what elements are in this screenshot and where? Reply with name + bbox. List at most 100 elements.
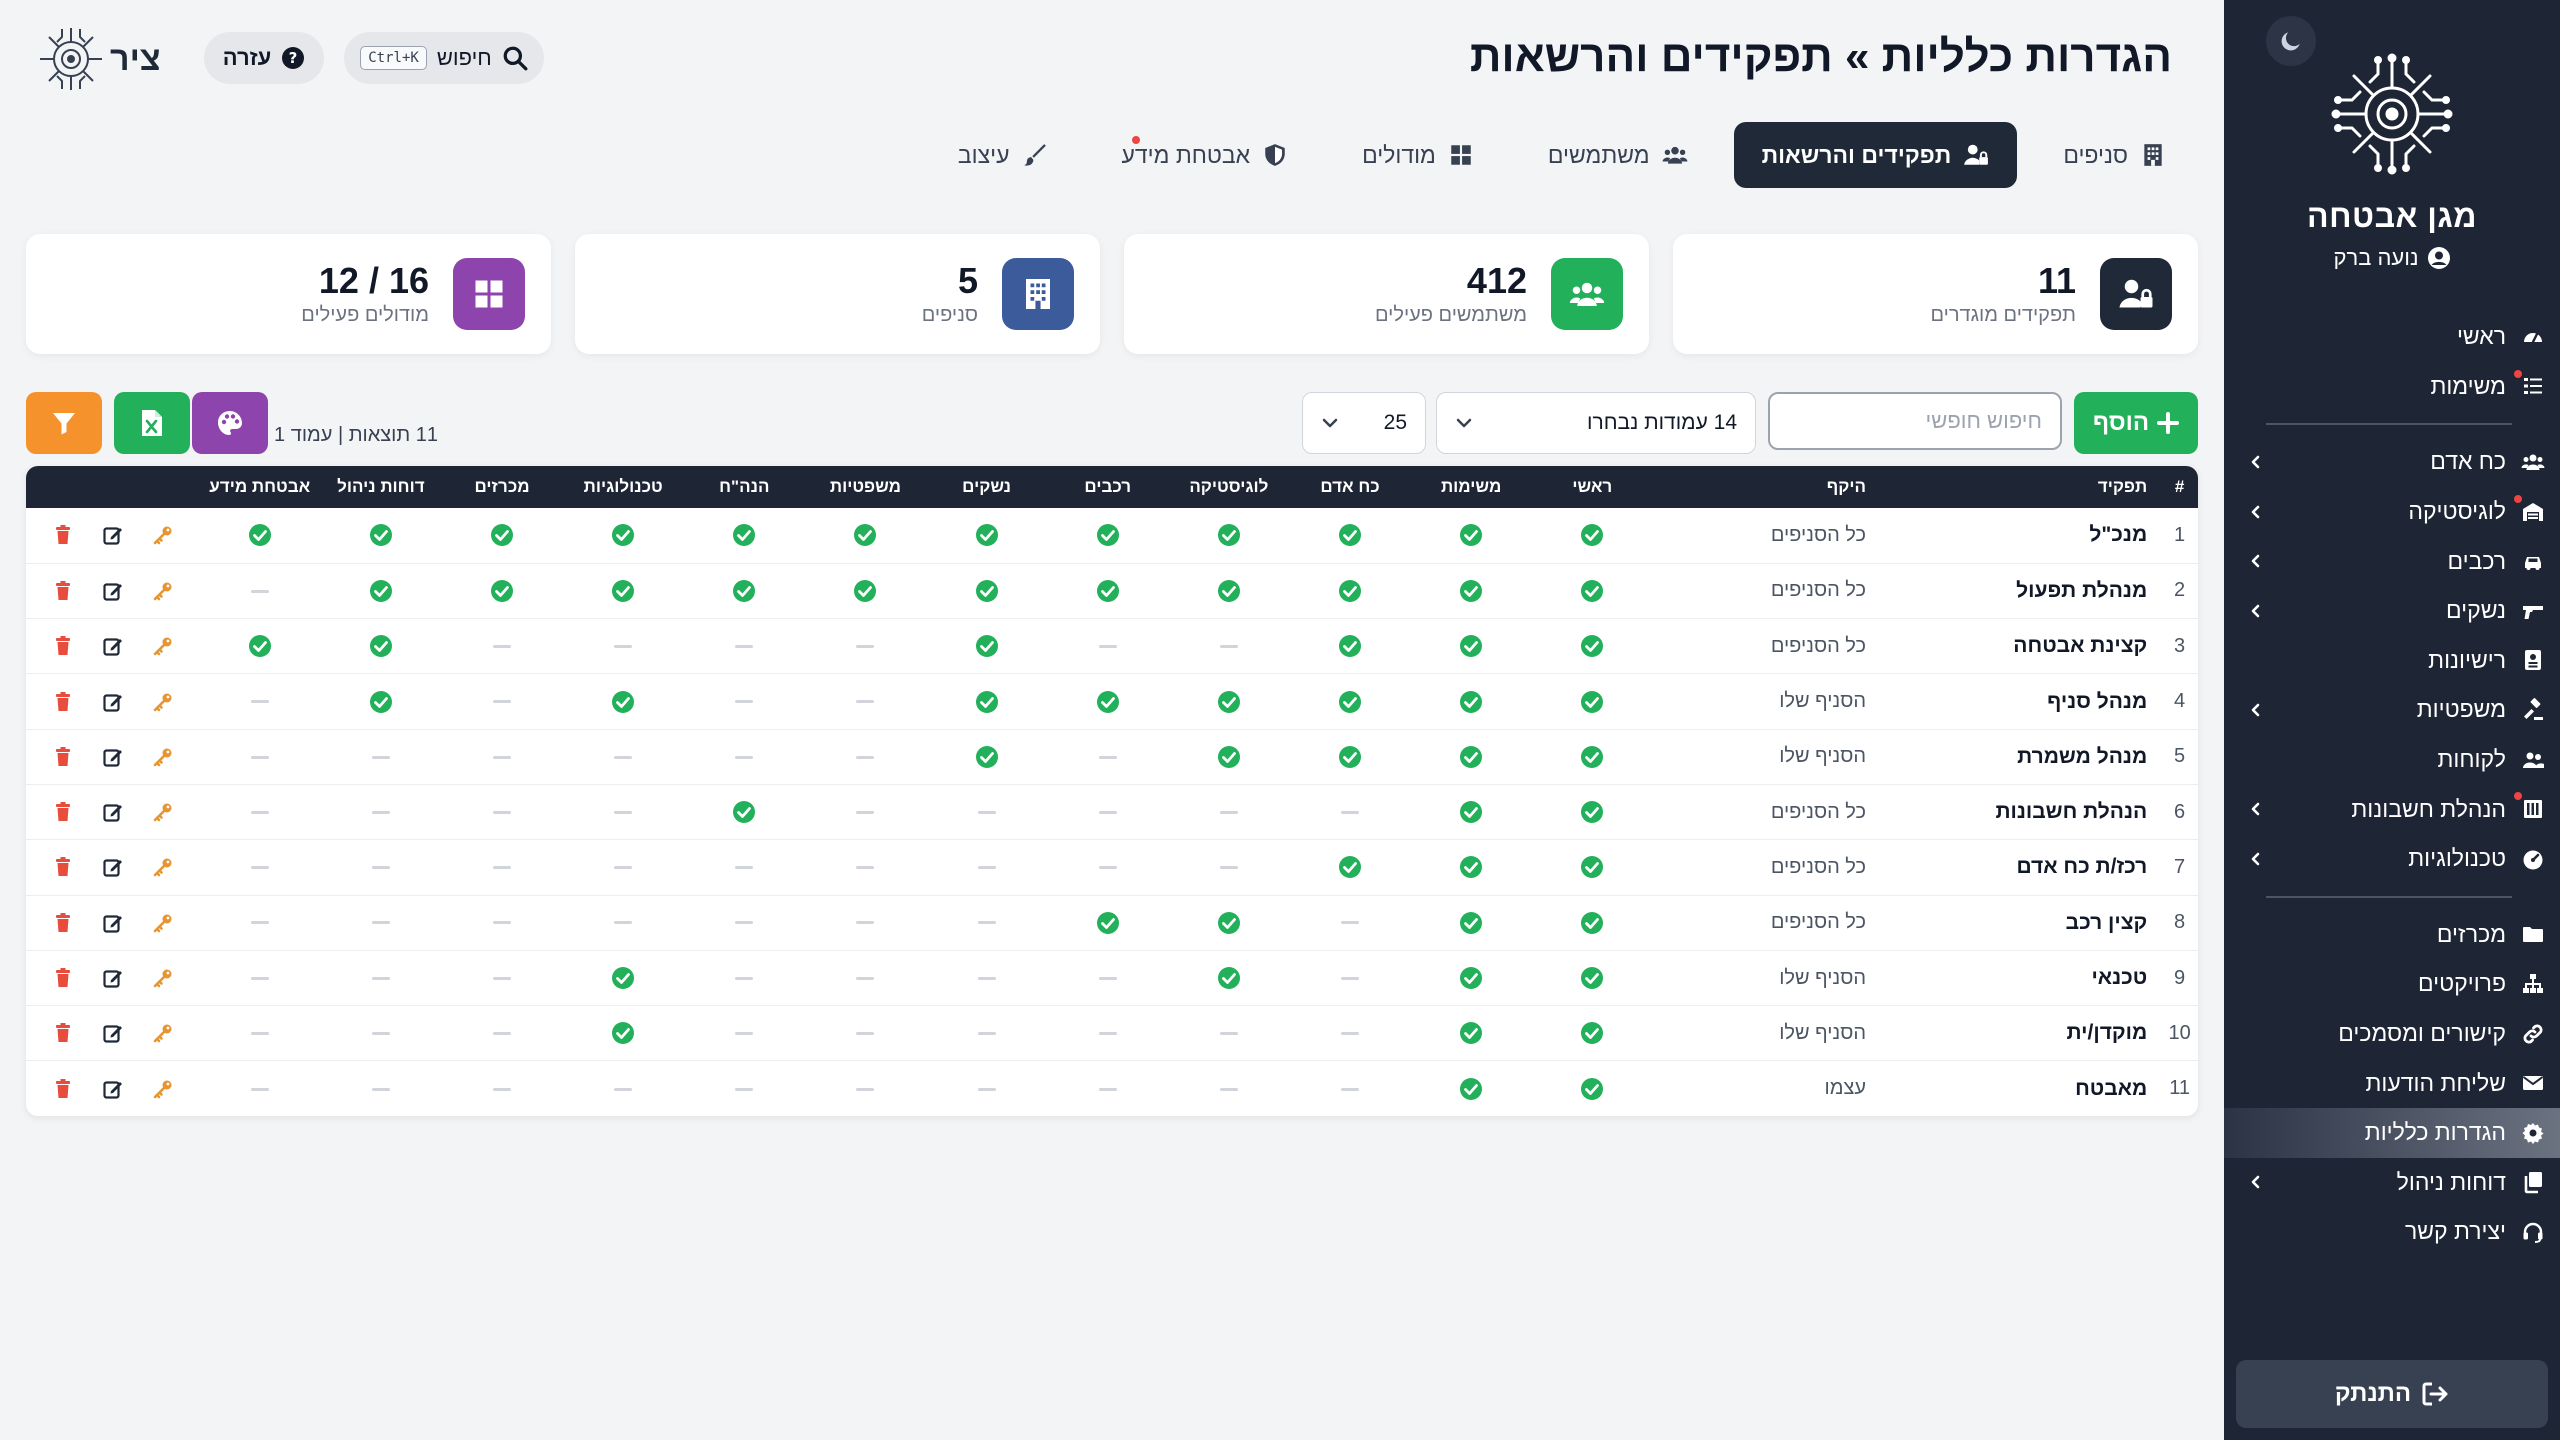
columns-select[interactable]: 14 עמודות נבחרו [1436,392,1756,454]
column-header-permission[interactable]: כח אדם [1289,466,1410,508]
permission-cell[interactable] [441,1061,562,1116]
tab-shield[interactable]: אבטחת מידע [1094,122,1317,188]
table-row[interactable]: 3 קצינת אבטחה כל הסניפים [26,619,2198,674]
edit-icon[interactable] [102,636,123,656]
sidebar-item[interactable]: הנהלת חשבונות [2224,784,2560,834]
permission-cell[interactable] [1532,895,1653,950]
permission-cell[interactable] [1411,508,1532,563]
edit-icon[interactable] [102,857,123,878]
permission-cell[interactable] [805,950,926,1005]
permission-cell[interactable] [199,508,320,563]
edit-icon[interactable] [102,968,123,988]
permission-cell[interactable] [1532,729,1653,784]
permission-cell[interactable] [805,729,926,784]
permission-cell[interactable] [320,784,441,839]
delete-icon[interactable] [53,1023,73,1043]
permission-cell[interactable] [1411,784,1532,839]
permission-cell[interactable] [805,784,926,839]
chevron-left-icon[interactable] [2246,1172,2266,1192]
permission-cell[interactable] [441,784,562,839]
permission-cell[interactable] [805,1006,926,1061]
permission-cell[interactable] [1411,895,1532,950]
edit-icon[interactable] [102,1079,123,1099]
chevron-left-icon[interactable] [2246,601,2266,621]
permission-cell[interactable] [805,619,926,674]
permission-cell[interactable] [1047,619,1168,674]
permission-cell[interactable] [684,619,805,674]
permission-cell[interactable] [684,784,805,839]
permission-cell[interactable] [1532,1006,1653,1061]
table-row[interactable]: 5 מנהל משמרת הסניף שלו [26,729,2198,785]
permission-cell[interactable] [684,563,805,618]
column-header-permission[interactable]: דוחות ניהול [320,466,441,508]
permission-cell[interactable] [1168,729,1289,784]
permission-cell[interactable] [1168,508,1289,563]
tab-user-lock[interactable]: תפקידים והרשאות [1733,122,2018,188]
chevron-left-icon[interactable] [2246,799,2266,819]
sidebar-item[interactable]: ראשי [2224,312,2560,362]
permission-cell[interactable] [1532,508,1653,563]
permission-cell[interactable] [563,1061,684,1116]
permission-cell[interactable] [441,508,562,563]
permission-cell[interactable] [1047,508,1168,563]
sidebar-item[interactable]: שליחת הודעות [2224,1058,2560,1108]
permission-cell[interactable] [1047,563,1168,618]
permission-cell[interactable] [1411,563,1532,618]
permission-cell[interactable] [199,729,320,784]
edit-icon[interactable] [102,581,123,601]
permission-cell[interactable] [805,674,926,729]
sidebar-item[interactable]: משימות [2224,362,2560,412]
column-header-permission[interactable]: טכנולוגיות [563,466,684,508]
key-icon[interactable] [153,913,173,933]
permission-cell[interactable] [926,508,1047,563]
sidebar-item[interactable]: דוחות ניהול [2224,1158,2560,1208]
key-icon[interactable] [153,581,173,601]
delete-icon[interactable] [53,857,73,877]
sidebar-item[interactable]: כח אדם [2224,437,2560,487]
permission-cell[interactable] [1289,895,1410,950]
permission-cell[interactable] [1047,784,1168,839]
permission-cell[interactable] [199,563,320,618]
permission-cell[interactable] [441,840,562,895]
permission-cell[interactable] [1168,563,1289,618]
permission-cell[interactable] [563,895,684,950]
chevron-left-icon[interactable] [2246,849,2266,869]
sidebar-item[interactable]: רישיונות [2224,636,2560,686]
delete-icon[interactable] [53,525,73,545]
column-header-role[interactable]: תפקיד [1880,466,2161,508]
edit-icon[interactable] [102,802,123,822]
filter-button[interactable] [26,392,102,454]
export-excel-button[interactable] [114,392,190,454]
permission-cell[interactable] [684,1006,805,1061]
permission-cell[interactable] [320,840,441,895]
delete-icon[interactable] [53,580,73,601]
permission-cell[interactable] [926,729,1047,784]
edit-icon[interactable] [102,913,123,933]
current-user[interactable]: נועה ברק [2224,245,2560,271]
permission-cell[interactable] [320,563,441,618]
permission-cell[interactable] [199,840,320,895]
permission-cell[interactable] [1168,784,1289,839]
key-icon[interactable] [153,1023,173,1043]
permission-cell[interactable] [1047,895,1168,950]
permission-cell[interactable] [805,895,926,950]
column-header-permission[interactable]: ראשי [1532,466,1653,508]
permission-cell[interactable] [199,674,320,729]
table-row[interactable]: 11 מאבטח עצמו [26,1061,2198,1116]
permission-cell[interactable] [1289,1061,1410,1116]
permission-cell[interactable] [1532,674,1653,729]
sidebar-item[interactable]: יצירת קשר [2224,1207,2560,1257]
permission-cell[interactable] [1411,674,1532,729]
chevron-left-icon[interactable] [2246,700,2266,720]
permission-cell[interactable] [1289,784,1410,839]
tab-brush[interactable]: עיצוב [930,122,1076,188]
permission-cell[interactable] [1411,619,1532,674]
delete-icon[interactable] [53,636,73,656]
table-row[interactable]: 4 מנהל סניף הסניף שלו [26,674,2198,730]
column-header-scope[interactable]: היקף [1653,466,1880,508]
column-header-permission[interactable]: משימות [1411,466,1532,508]
permission-cell[interactable] [563,840,684,895]
edit-icon[interactable] [102,525,123,545]
permission-cell[interactable] [199,1061,320,1116]
permission-cell[interactable] [1411,1006,1532,1061]
